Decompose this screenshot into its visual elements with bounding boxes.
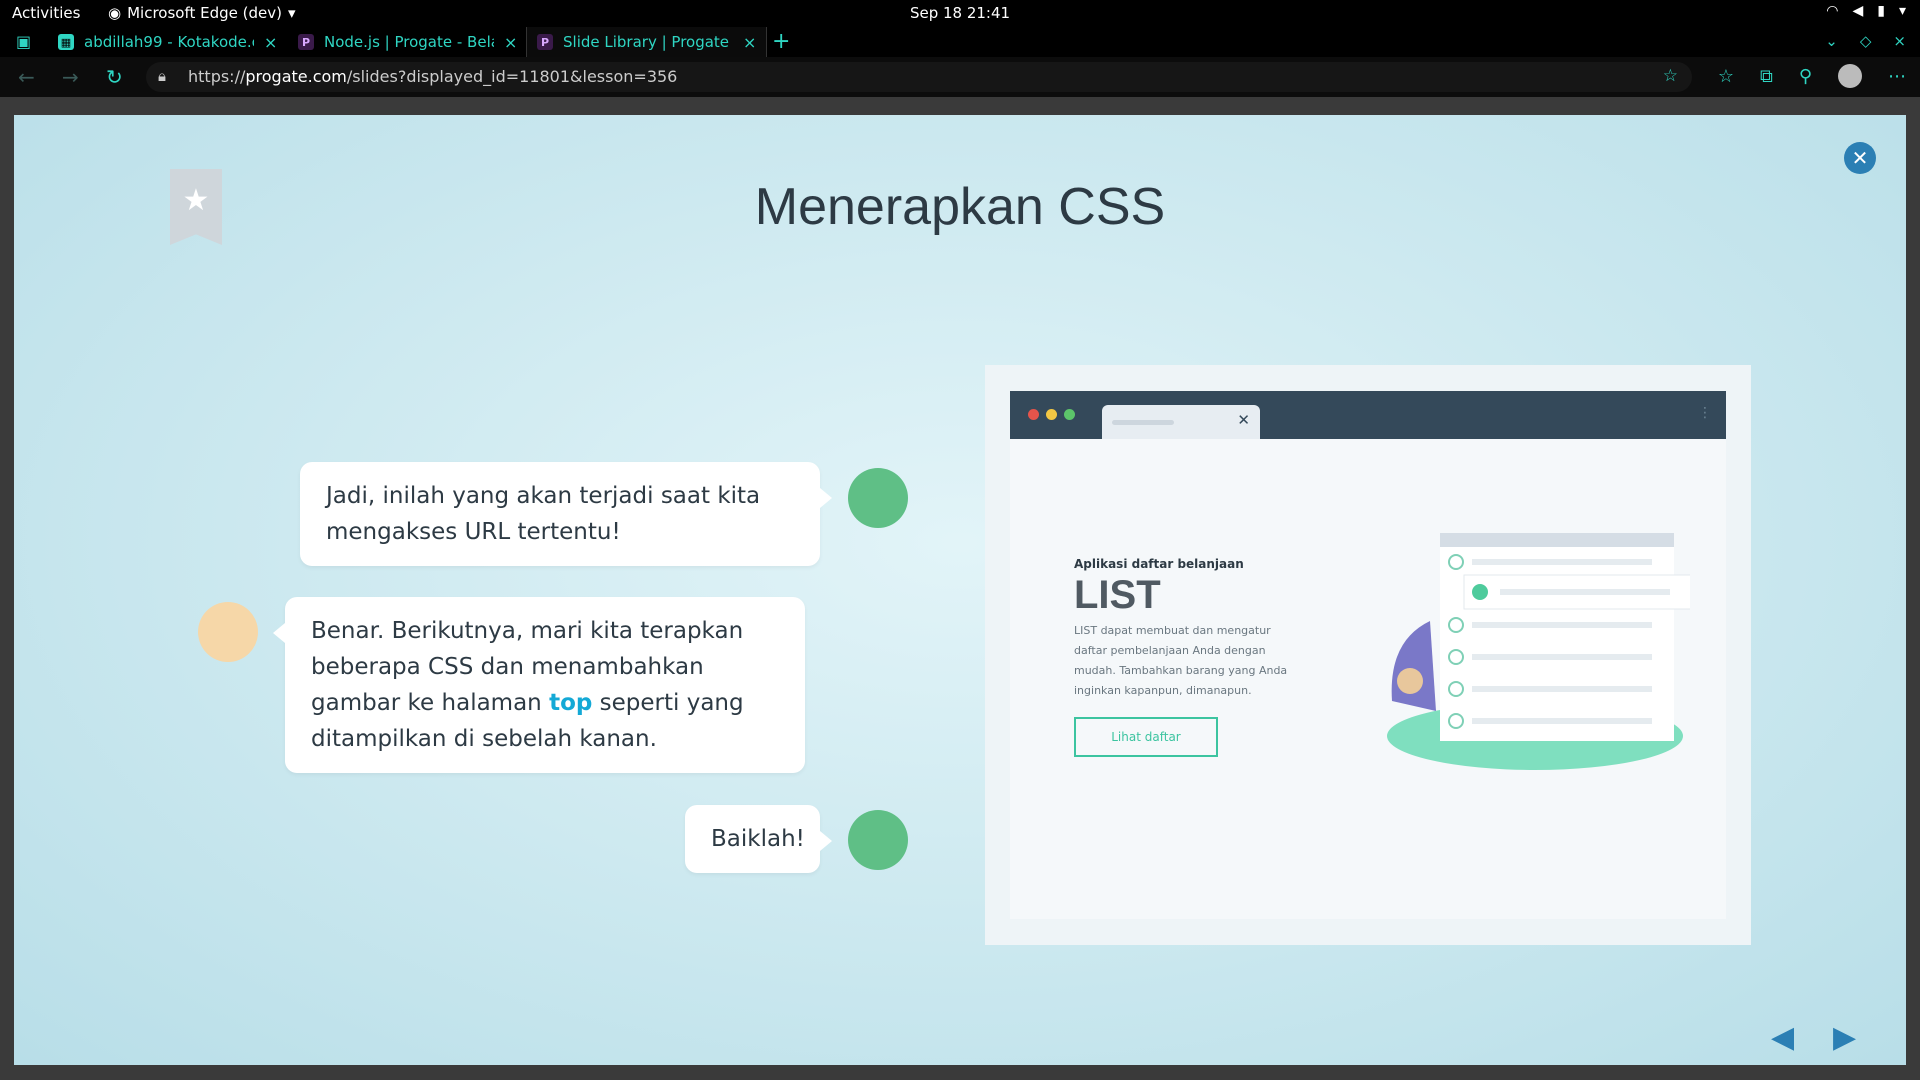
app-description: LIST dapat membuat dan mengatur daftar p… <box>1074 624 1288 697</box>
url-path: /slides?displayed_id=11801&lesson=356 <box>346 67 678 86</box>
toolbar-icons: ☆ ⧉ ⚲ ⋯ <box>1718 64 1906 88</box>
close-icon[interactable]: × <box>264 33 277 52</box>
progate-favicon-icon: P <box>298 34 314 50</box>
system-top-bar: Activities ◉ Microsoft Edge (dev) ▾ Sep … <box>0 0 1920 27</box>
view-list-button: Lihat daftar <box>1074 717 1218 757</box>
window-close-icon[interactable]: × <box>1893 32 1906 50</box>
kotakode-favicon-icon: ▦ <box>58 34 74 50</box>
illustration-list-header <box>1440 533 1674 547</box>
lock-icon[interactable]: 🔒︎ <box>158 67 166 85</box>
tab-title: Node.js | Progate - Belajar <box>324 33 494 51</box>
reload-icon[interactable]: ↻ <box>106 65 123 89</box>
dialogue-text: Baiklah! <box>711 826 805 852</box>
window-dot-green-icon <box>1064 409 1075 420</box>
dialogue-text: Jadi, inilah yang akan terjadi saat kita… <box>326 483 761 545</box>
workspace-icon[interactable]: ◇ <box>1860 32 1872 50</box>
favorites-icon[interactable]: ☆ <box>1718 66 1734 87</box>
close-icon[interactable]: × <box>743 33 756 52</box>
tab-strip: ▣ ▦ abdillah99 - Kotakode.com × P Node.j… <box>0 27 1920 57</box>
slide-modal: ★ Menerapkan CSS ✕ Jadi, inilah yang aka… <box>14 115 1906 1065</box>
wifi-icon: ◠ <box>1826 3 1839 19</box>
slide-title: Menerapkan CSS <box>754 178 1166 236</box>
url-text[interactable]: https://progate.com/slides?displayed_id=… <box>188 67 677 86</box>
collections-icon[interactable]: ⧉ <box>1760 66 1773 87</box>
dialogue-bubble-2: Benar. Berikutnya, mari kita terapkan be… <box>273 597 805 773</box>
tab-slide-library[interactable]: P Slide Library | Progate - Belajar × <box>526 27 768 57</box>
system-tray[interactable]: ◠ ◀ ▮ ▾ <box>1826 3 1906 19</box>
extensions-icon[interactable]: ⚲ <box>1799 66 1812 87</box>
tab-strip-controls: ⌄ ◇ × <box>1825 32 1906 50</box>
dialogue-bubble-1: Jadi, inilah yang akan terjadi saat kita… <box>300 462 832 566</box>
tab-list-chevron-icon[interactable]: ⌄ <box>1825 32 1838 50</box>
list-illustration <box>1387 533 1690 770</box>
navigation-bar: ← → ↻ 🔒︎ https://progate.com/slides?disp… <box>0 57 1920 97</box>
arrow-right-icon[interactable]: ▶ <box>1833 1020 1856 1055</box>
check-icon <box>1472 584 1488 600</box>
profile-avatar[interactable] <box>1838 64 1862 88</box>
preview-window-bar: ✕ ⋮ <box>1010 391 1726 439</box>
close-icon[interactable]: × <box>504 33 517 52</box>
window-dot-red-icon <box>1028 409 1039 420</box>
tab-nodejs[interactable]: P Node.js | Progate - Belajar × <box>288 27 527 57</box>
preview-tab: ✕ <box>1102 405 1260 439</box>
dialogue-bubble-3: Baiklah! <box>685 805 832 873</box>
preview-browser-window: ✕ ⋮ Aplikasi daftar belanjaan LIST LIST … <box>1010 391 1726 919</box>
window-dot-yellow-icon <box>1046 409 1057 420</box>
app-subtitle: Aplikasi daftar belanjaan <box>1074 557 1244 571</box>
address-bar[interactable]: 🔒︎ https://progate.com/slides?displayed_… <box>146 62 1692 92</box>
menu-dots-icon: ⋮ <box>1698 405 1712 421</box>
volume-icon: ◀ <box>1852 3 1864 19</box>
url-host: progate.com <box>245 67 347 86</box>
url-scheme: https:// <box>188 67 246 86</box>
ninja-face-illustration <box>1397 668 1423 694</box>
new-tab-button[interactable]: + <box>772 29 790 54</box>
tab-placeholder <box>1112 420 1174 425</box>
page-content: ★ Menerapkan CSS ✕ Jadi, inilah yang aka… <box>0 97 1920 1080</box>
tab-kotakode[interactable]: ▦ abdillah99 - Kotakode.com × <box>48 27 287 57</box>
arrow-left-icon[interactable]: ◀ <box>1771 1020 1794 1055</box>
ninja-avatar <box>848 468 908 528</box>
ninja-avatar <box>848 810 908 870</box>
forward-arrow-icon[interactable]: → <box>62 65 79 89</box>
ninja-character-illustration <box>1391 621 1436 711</box>
tab-title: abdillah99 - Kotakode.com <box>84 33 254 51</box>
add-favorite-icon[interactable]: ☆ <box>1663 66 1678 86</box>
tab-actions-icon[interactable]: ▣ <box>16 32 31 51</box>
progate-favicon-icon: P <box>537 34 553 50</box>
close-icon[interactable]: ✕ <box>1844 142 1876 174</box>
sheep-avatar <box>198 602 258 662</box>
battery-icon: ▮ <box>1877 3 1885 19</box>
tab-title: Slide Library | Progate - Belajar <box>563 33 733 51</box>
close-icon: ✕ <box>1237 411 1250 429</box>
preview-image: ✕ ⋮ Aplikasi daftar belanjaan LIST LIST … <box>985 365 1751 945</box>
back-arrow-icon[interactable]: ← <box>18 65 35 89</box>
dialogue-highlight: top <box>549 690 593 716</box>
power-menu-icon: ▾ <box>1898 3 1906 19</box>
app-heading: LIST <box>1074 573 1161 617</box>
clock[interactable]: Sep 18 21:41 <box>0 4 1920 22</box>
more-menu-icon[interactable]: ⋯ <box>1888 66 1906 87</box>
